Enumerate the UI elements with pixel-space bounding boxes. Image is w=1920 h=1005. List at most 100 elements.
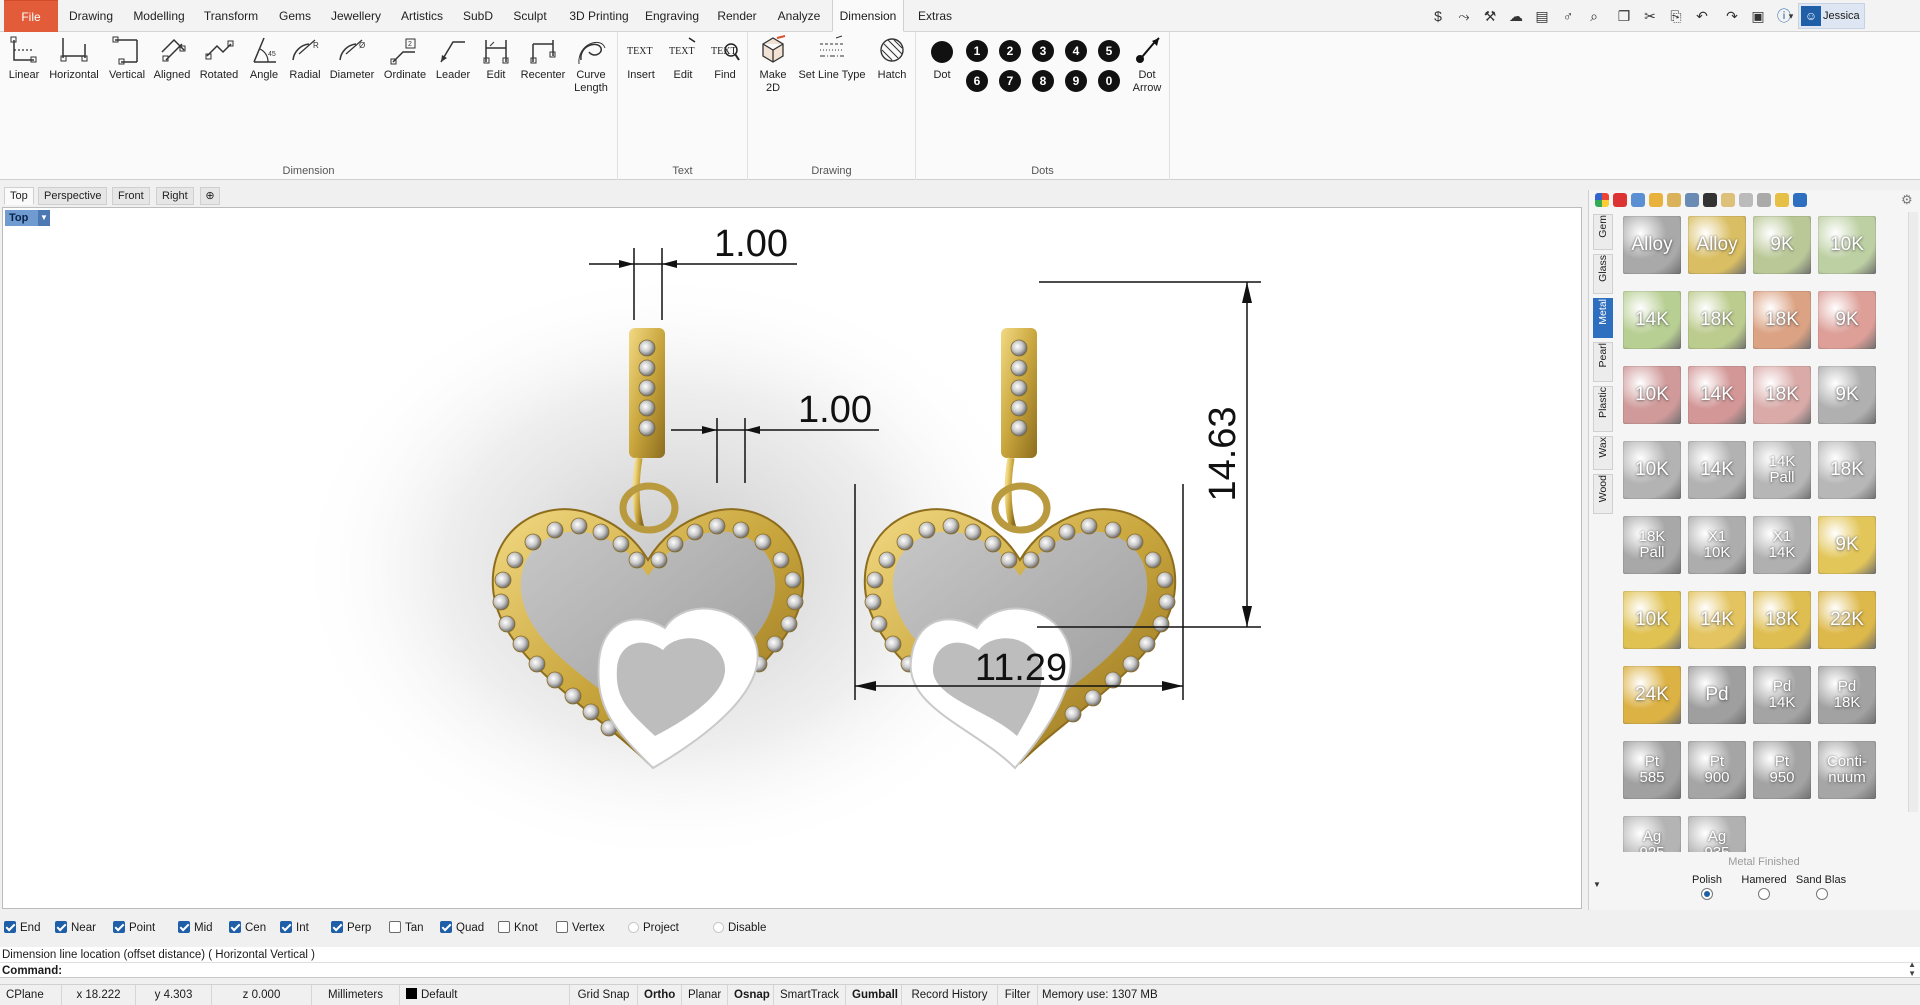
tab-3d-printing[interactable]: 3D Printing bbox=[560, 0, 638, 32]
gem-icon[interactable] bbox=[1613, 193, 1627, 207]
osnap-tan[interactable]: Tan bbox=[389, 920, 424, 936]
viewport-tab-top[interactable]: Top bbox=[4, 187, 34, 205]
toggle-record-history[interactable]: Record History bbox=[902, 985, 998, 1005]
tab-gem[interactable]: Gem bbox=[1593, 214, 1613, 250]
chevron-down-icon[interactable]: ▾ bbox=[1786, 6, 1796, 26]
zoom-window-icon[interactable]: ⌕ bbox=[1584, 6, 1604, 26]
material-swatch[interactable]: 14K bbox=[1623, 291, 1681, 349]
material-swatch[interactable]: Pd 14K bbox=[1753, 666, 1811, 724]
material-swatch[interactable]: Pd bbox=[1688, 666, 1746, 724]
set-line-type-button[interactable]: Set Line Type bbox=[796, 34, 868, 82]
rgb-icon[interactable] bbox=[1703, 193, 1717, 207]
material-swatch[interactable]: Ag 925 bbox=[1623, 816, 1681, 852]
number-dot-3-button[interactable]: 3 bbox=[1032, 40, 1054, 62]
brush-icon[interactable] bbox=[1649, 193, 1663, 207]
material-swatch[interactable]: 9K bbox=[1818, 366, 1876, 424]
material-swatch[interactable]: X1 14K bbox=[1753, 516, 1811, 574]
number-dot-7-button[interactable]: 7 bbox=[999, 70, 1021, 92]
cplane-button[interactable]: CPlane bbox=[0, 985, 62, 1005]
viewport-tab-perspective[interactable]: Perspective bbox=[38, 187, 108, 205]
viewport-tab-right[interactable]: Right bbox=[156, 187, 194, 205]
toggle-planar[interactable]: Planar bbox=[682, 985, 728, 1005]
grid-icon[interactable] bbox=[1757, 193, 1771, 207]
chevron-down-icon[interactable]: ▼ bbox=[38, 210, 50, 226]
tab-sculpt[interactable]: Sculpt bbox=[504, 0, 556, 32]
aligned-dimension-button[interactable]: Aligned bbox=[150, 34, 194, 82]
toggle-filter[interactable]: Filter bbox=[998, 985, 1038, 1005]
command-scroll-icon[interactable]: ▲ ▼ bbox=[1908, 960, 1916, 978]
material-swatch[interactable]: Ag 935 bbox=[1688, 816, 1746, 852]
material-swatch[interactable]: 10K bbox=[1623, 441, 1681, 499]
dimension-stone-gap[interactable]: 1.00 bbox=[798, 389, 872, 431]
material-swatch[interactable]: X1 10K bbox=[1688, 516, 1746, 574]
copy-icon[interactable]: ❐ bbox=[1614, 6, 1634, 26]
microphone-icon[interactable]: ♂ bbox=[1558, 6, 1578, 26]
undo-icon[interactable]: ↶ bbox=[1692, 6, 1712, 26]
dimension-bail-width[interactable]: 1.00 bbox=[714, 223, 788, 265]
tab-engraving[interactable]: Engraving bbox=[642, 0, 702, 32]
finish-hamered-radio[interactable] bbox=[1758, 888, 1770, 900]
osnap-cen[interactable]: Cen bbox=[229, 920, 266, 936]
vertical-dimension-button[interactable]: Vertical bbox=[104, 34, 150, 82]
ordinate-dimension-button[interactable]: 2 Ordinate bbox=[380, 34, 430, 82]
finish-polish-radio[interactable] bbox=[1701, 888, 1713, 900]
number-dot-0-button[interactable]: 0 bbox=[1098, 70, 1120, 92]
material-swatch[interactable]: 9K bbox=[1753, 216, 1811, 274]
add-viewport-tab-icon[interactable]: ⊕ bbox=[200, 187, 220, 205]
panel-scrollbar[interactable] bbox=[1908, 212, 1918, 812]
osnap-knot[interactable]: Knot bbox=[498, 920, 538, 936]
tab-transform[interactable]: Transform bbox=[198, 0, 264, 32]
material-swatch[interactable]: 18K Pall bbox=[1623, 516, 1681, 574]
color-wheel-icon[interactable] bbox=[1595, 193, 1609, 207]
rotated-dimension-button[interactable]: Rotated bbox=[196, 34, 242, 82]
redo-icon[interactable]: ↷ bbox=[1722, 6, 1742, 26]
leader-button[interactable]: Leader bbox=[432, 34, 474, 82]
finish-sand-blast-radio[interactable] bbox=[1816, 888, 1828, 900]
number-dot-2-button[interactable]: 2 bbox=[999, 40, 1021, 62]
tab-wood[interactable]: Wood bbox=[1593, 474, 1613, 514]
osnap-perp[interactable]: Perp bbox=[331, 920, 371, 936]
save-icon[interactable]: ▣ bbox=[1748, 6, 1768, 26]
number-dot-4-button[interactable]: 4 bbox=[1065, 40, 1087, 62]
number-dot-1-button[interactable]: 1 bbox=[966, 40, 988, 62]
notification-icon[interactable] bbox=[1793, 193, 1807, 207]
osnap-project[interactable]: Project bbox=[628, 920, 679, 936]
sun-icon[interactable] bbox=[1775, 193, 1789, 207]
toggle-ortho[interactable]: Ortho bbox=[638, 985, 682, 1005]
osnap-quad[interactable]: Quad bbox=[440, 920, 484, 936]
osnap-end[interactable]: End bbox=[4, 920, 40, 936]
tab-dimension[interactable]: Dimension bbox=[832, 0, 904, 32]
material-swatch[interactable]: Alloy bbox=[1623, 216, 1681, 274]
material-swatch[interactable]: Pt 900 bbox=[1688, 741, 1746, 799]
top-viewport[interactable]: 1.00 1.00 11.29 14.63 Top ▼ bbox=[2, 207, 1582, 909]
number-dot-5-button[interactable]: 5 bbox=[1098, 40, 1120, 62]
plugin-icon[interactable]: ⚒ bbox=[1480, 6, 1500, 26]
tab-glass[interactable]: Glass bbox=[1593, 254, 1613, 294]
material-swatch[interactable]: 14K bbox=[1688, 591, 1746, 649]
edit-dimension-button[interactable]: Edit bbox=[476, 34, 516, 82]
osnap-near[interactable]: Near bbox=[55, 920, 96, 936]
tab-extras[interactable]: Extras bbox=[908, 0, 962, 32]
osnap-disable[interactable]: Disable bbox=[713, 920, 766, 936]
dimension-height[interactable]: 14.63 bbox=[1202, 406, 1244, 501]
toggle-grid-snap[interactable]: Grid Snap bbox=[570, 985, 638, 1005]
tab-pearl[interactable]: Pearl bbox=[1593, 342, 1613, 382]
viewport-tab-front[interactable]: Front bbox=[112, 187, 150, 205]
material-swatch[interactable]: 10K bbox=[1623, 366, 1681, 424]
material-swatch[interactable]: 14K bbox=[1688, 366, 1746, 424]
viewport-title-button[interactable]: Top ▼ bbox=[5, 210, 50, 226]
toggle-gumball[interactable]: Gumball bbox=[846, 985, 902, 1005]
tab-modelling[interactable]: Modelling bbox=[126, 0, 192, 32]
material-swatch[interactable]: Pd 18K bbox=[1818, 666, 1876, 724]
toggle-osnap[interactable]: Osnap bbox=[728, 985, 774, 1005]
image-icon[interactable] bbox=[1685, 193, 1699, 207]
gear-icon[interactable]: ⚙ bbox=[1901, 193, 1915, 207]
tab-subd[interactable]: SubD bbox=[456, 0, 500, 32]
tab-drawing[interactable]: Drawing bbox=[62, 0, 120, 32]
settings-icon[interactable] bbox=[1739, 193, 1753, 207]
horizontal-dimension-button[interactable]: Horizontal bbox=[46, 34, 102, 82]
diameter-dimension-button[interactable]: Ø Diameter bbox=[326, 34, 378, 82]
angle-dimension-button[interactable]: 45 Angle bbox=[244, 34, 284, 82]
recenter-button[interactable]: Recenter bbox=[518, 34, 568, 82]
scroll-down-icon[interactable]: ▼ bbox=[1593, 880, 1601, 889]
